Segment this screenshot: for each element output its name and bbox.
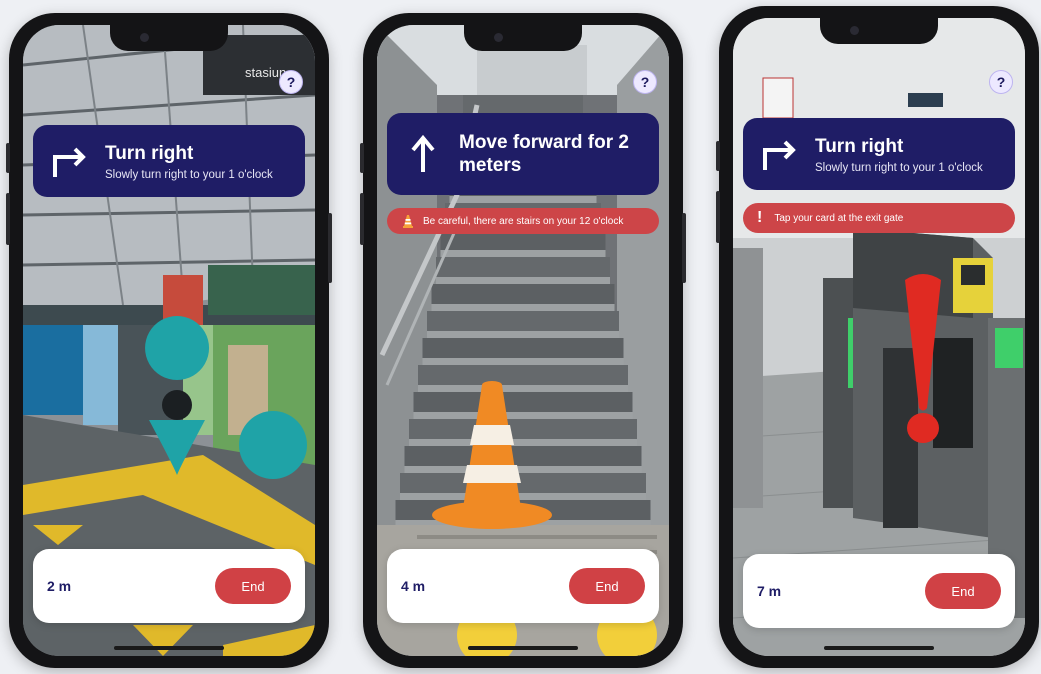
instruction-subtitle: Slowly turn right to your 1 o'clock	[105, 168, 273, 181]
phone-3: ? Turn right Slowly turn right to your 1…	[716, 6, 1039, 668]
traffic-cone-icon	[403, 215, 413, 228]
alert-banner: ! Tap your card at the exit gate	[743, 203, 1015, 233]
instruction-title: Move forward for 2 meters	[459, 132, 629, 176]
instruction-title: Turn right	[105, 142, 194, 164]
ar-camera-view[interactable]: ? Turn right Slowly turn right to your 1…	[733, 18, 1025, 656]
instruction-title: Turn right	[815, 135, 904, 157]
alert-text: Tap your card at the exit gate	[774, 212, 904, 224]
help-button[interactable]: ?	[279, 70, 303, 94]
phone-2: ? Move forward for 2 meters Be careful, …	[360, 13, 686, 668]
help-button[interactable]: ?	[633, 70, 657, 94]
phone-1: stasiun ? Turn right Slowly turn right t…	[6, 13, 332, 668]
instruction-card: Turn right Slowly turn right to your 1 o…	[743, 118, 1015, 190]
help-button[interactable]: ?	[989, 70, 1013, 94]
end-button[interactable]: End	[925, 573, 1001, 609]
turn-right-arrow-icon	[53, 147, 86, 177]
end-button[interactable]: End	[569, 568, 645, 604]
end-button[interactable]: End	[215, 568, 291, 604]
navigation-footer: 7 m End	[743, 554, 1015, 628]
distance-readout: 4 m	[401, 578, 426, 594]
warning-text: Be careful, there are stairs on your 12 …	[423, 215, 624, 227]
ar-camera-view[interactable]: stasiun ? Turn right Slowly turn right t…	[23, 25, 315, 656]
instruction-subtitle: Slowly turn right to your 1 o'clock	[815, 161, 983, 174]
turn-right-arrow-icon	[763, 140, 796, 170]
ar-camera-view[interactable]: ? Move forward for 2 meters Be careful, …	[377, 25, 669, 656]
instruction-card: Turn right Slowly turn right to your 1 o…	[33, 125, 305, 197]
arrow-up-icon	[411, 134, 435, 172]
instruction-card: Move forward for 2 meters	[387, 113, 659, 195]
distance-readout: 7 m	[757, 583, 782, 599]
distance-readout: 2 m	[47, 578, 72, 594]
navigation-footer: 4 m End	[387, 549, 659, 623]
navigation-footer: 2 m End	[33, 549, 305, 623]
warning-banner: Be careful, there are stairs on your 12 …	[387, 208, 659, 234]
exclamation-icon: !	[757, 209, 763, 226]
